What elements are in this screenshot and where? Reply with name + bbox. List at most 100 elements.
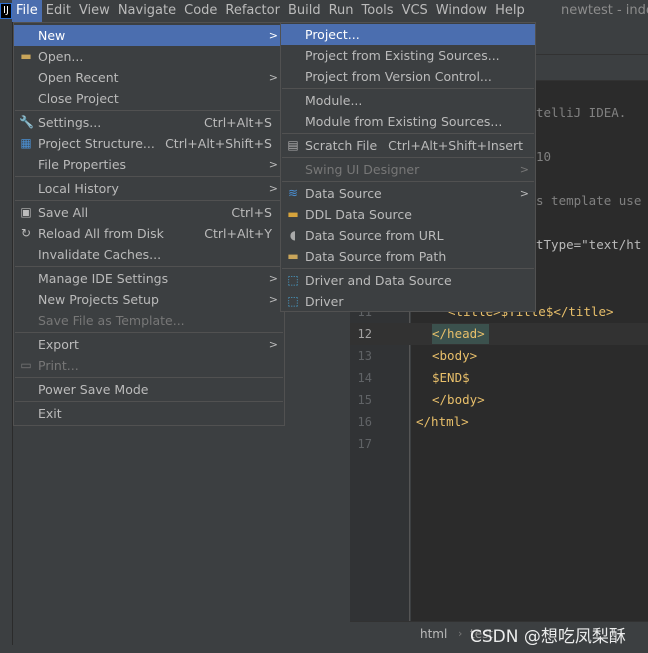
code-fragment: 10 xyxy=(536,149,552,164)
menu-item-open-recent[interactable]: Open Recent > xyxy=(14,67,284,88)
menu-run[interactable]: Run xyxy=(325,0,358,22)
menu-item-label: DDL Data Source xyxy=(305,207,412,222)
wrench-icon: 🔧 xyxy=(19,115,34,129)
menu-item-export[interactable]: Export > xyxy=(14,334,284,355)
code-line: </body> xyxy=(432,392,485,407)
menu-item-label: New xyxy=(38,28,66,43)
menu-separator xyxy=(15,176,283,177)
menu-refactor[interactable]: Refactor xyxy=(221,0,284,22)
menu-item-project[interactable]: Project... xyxy=(281,24,535,45)
menu-item-print: ▭ Print... xyxy=(14,355,284,376)
menu-separator xyxy=(282,88,534,89)
chevron-right-icon: > xyxy=(519,187,529,200)
menu-navigate[interactable]: Navigate xyxy=(114,0,180,22)
menu-item-label: Close Project xyxy=(38,91,119,106)
menu-item-manage-ide-settings[interactable]: Manage IDE Settings > xyxy=(14,268,284,289)
line-number: 13 xyxy=(357,349,372,363)
chevron-right-icon: > xyxy=(519,163,529,176)
menu-item-label: Project... xyxy=(305,27,360,42)
menu-item-ddl-data-source[interactable]: ▬ DDL Data Source xyxy=(281,204,535,225)
menu-file[interactable]: File xyxy=(12,0,42,22)
menu-tools[interactable]: Tools xyxy=(358,0,398,22)
menu-item-close-project[interactable]: Close Project xyxy=(14,88,284,109)
menu-item-new[interactable]: New > xyxy=(14,25,284,46)
menu-item-settings[interactable]: 🔧 Settings... Ctrl+Alt+S xyxy=(14,112,284,133)
menu-item-label: Open Recent xyxy=(38,70,119,85)
shortcut-label: Ctrl+Alt+Shift+Insert xyxy=(388,138,523,153)
code-line: $END$ xyxy=(432,370,470,385)
chevron-right-icon: > xyxy=(268,29,278,42)
menu-item-save-all[interactable]: ▣ Save All Ctrl+S xyxy=(14,202,284,223)
save-icon: ▣ xyxy=(20,205,32,219)
app-logo-icon: IJ xyxy=(0,3,12,19)
shortcut-label: Ctrl+Alt+Shift+S xyxy=(165,136,272,151)
line-number: 17 xyxy=(357,437,372,451)
window-title: newtest - index xyxy=(561,3,648,18)
menu-item-scratch-file[interactable]: ▤ Scratch File Ctrl+Alt+Shift+Insert xyxy=(281,135,535,156)
breadcrumb-separator: › xyxy=(458,627,463,640)
menu-item-driver[interactable]: ⬚ Driver xyxy=(281,291,535,312)
menu-item-module[interactable]: Module... xyxy=(281,90,535,111)
menu-item-project-from-existing-sources[interactable]: Project from Existing Sources... xyxy=(281,45,535,66)
menu-item-label: Save All xyxy=(38,205,89,220)
driver-icon: ⬚ xyxy=(287,294,299,308)
menu-item-invalidate-caches[interactable]: Invalidate Caches... xyxy=(14,244,284,265)
menu-item-open[interactable]: ▬ Open... xyxy=(14,46,284,67)
menu-item-module-from-existing-sources[interactable]: Module from Existing Sources... xyxy=(281,111,535,132)
menu-item-label: Open... xyxy=(38,49,84,64)
menu-help[interactable]: Help xyxy=(491,0,529,22)
menu-item-file-properties[interactable]: File Properties > xyxy=(14,154,284,175)
menu-separator xyxy=(15,332,283,333)
chevron-right-icon: > xyxy=(268,272,278,285)
line-number: 14 xyxy=(357,371,372,385)
line-number: 15 xyxy=(357,393,372,407)
folder-icon: ▬ xyxy=(20,49,32,63)
menu-separator xyxy=(282,157,534,158)
menu-build[interactable]: Build xyxy=(284,0,325,22)
chevron-right-icon: > xyxy=(268,293,278,306)
menu-view[interactable]: View xyxy=(75,0,114,22)
menu-item-label: Reload All from Disk xyxy=(38,226,164,241)
menu-item-data-source-from-path[interactable]: ▬ Data Source from Path xyxy=(281,246,535,267)
shortcut-label: Ctrl+Alt+Y xyxy=(204,226,272,241)
menu-item-project-from-version-control[interactable]: Project from Version Control... xyxy=(281,66,535,87)
menu-item-label: Settings... xyxy=(38,115,102,130)
menu-item-label: New Projects Setup xyxy=(38,292,159,307)
menu-window[interactable]: Window xyxy=(432,0,491,22)
menu-separator xyxy=(15,110,283,111)
code-line: </head> xyxy=(432,326,485,341)
print-icon: ▭ xyxy=(20,358,32,372)
menu-separator xyxy=(282,133,534,134)
menu-item-label: Driver and Data Source xyxy=(305,273,452,288)
menu-item-exit[interactable]: Exit xyxy=(14,403,284,424)
menu-separator xyxy=(282,268,534,269)
menu-code[interactable]: Code xyxy=(180,0,221,22)
menu-item-label: Project from Version Control... xyxy=(305,69,492,84)
menu-item-reload-all-from-disk[interactable]: ↻ Reload All from Disk Ctrl+Alt+Y xyxy=(14,223,284,244)
folder-icon: ▬ xyxy=(287,249,299,263)
breadcrumb-html[interactable]: html xyxy=(420,627,447,641)
menu-edit[interactable]: Edit xyxy=(42,0,75,22)
menu-vcs[interactable]: VCS xyxy=(398,0,432,22)
menu-item-label: Power Save Mode xyxy=(38,382,149,397)
menu-item-label: Data Source xyxy=(305,186,382,201)
menu-item-data-source-from-url[interactable]: ◖ Data Source from URL xyxy=(281,225,535,246)
menu-item-label: Invalidate Caches... xyxy=(38,247,162,262)
menu-item-new-projects-setup[interactable]: New Projects Setup > xyxy=(14,289,284,310)
menu-separator xyxy=(15,266,283,267)
code-fragment: tType="text/ht xyxy=(536,237,642,252)
menu-item-local-history[interactable]: Local History > xyxy=(14,178,284,199)
menu-item-label: File Properties xyxy=(38,157,127,172)
file-menu: New > ▬ Open... Open Recent > Close Project 🔧 Se… xyxy=(13,22,285,426)
code-fragment: s template use xyxy=(536,193,642,208)
menu-separator xyxy=(15,377,283,378)
menu-item-data-source[interactable]: ≋ Data Source > xyxy=(281,183,535,204)
menu-item-label: Driver xyxy=(305,294,344,309)
menu-item-label: Manage IDE Settings xyxy=(38,271,169,286)
menu-item-label: Data Source from Path xyxy=(305,249,447,264)
menu-item-label: Print... xyxy=(38,358,79,373)
menu-item-driver-and-data-source[interactable]: ⬚ Driver and Data Source xyxy=(281,270,535,291)
menu-item-project-structure[interactable]: ▦ Project Structure... Ctrl+Alt+Shift+S xyxy=(14,133,284,154)
menu-item-label: Module from Existing Sources... xyxy=(305,114,503,129)
menu-item-power-save-mode[interactable]: Power Save Mode xyxy=(14,379,284,400)
